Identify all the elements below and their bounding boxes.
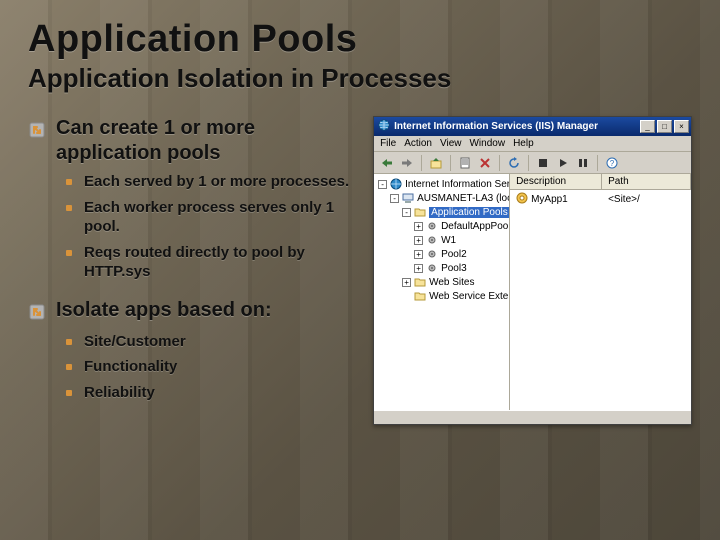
- iis-manager-window: Internet Information Services (IIS) Mana…: [373, 116, 692, 425]
- gear-icon: [426, 262, 438, 274]
- menu-item[interactable]: Action: [404, 138, 432, 149]
- toolbar-properties-button[interactable]: [456, 155, 474, 171]
- tree-apppools[interactable]: - Application Pools: [402, 205, 507, 219]
- menu-item[interactable]: Help: [513, 138, 534, 149]
- tree-computer[interactable]: - AUSMANET-LA3 (local computer): [390, 191, 507, 205]
- slide-subtitle: Application Isolation in Processes: [28, 63, 692, 94]
- sub-bullet: Each served by 1 or more processes.: [62, 172, 359, 192]
- window-minimize-button[interactable]: _: [640, 120, 655, 133]
- bullet-arrow-icon: [28, 121, 46, 144]
- expander-icon[interactable]: -: [402, 208, 411, 217]
- column-header[interactable]: Path: [602, 174, 691, 189]
- expander-icon[interactable]: +: [414, 264, 423, 273]
- toolbar-forward-button[interactable]: [398, 155, 416, 171]
- sub-bullet-list: Each served by 1 or more processes. Each…: [56, 172, 359, 282]
- tree-websites[interactable]: + Web Sites: [402, 275, 507, 289]
- folder-icon: [414, 206, 426, 218]
- toolbar: ?: [374, 152, 691, 174]
- sub-bullet: Reliability: [62, 383, 359, 403]
- app-icon: [378, 119, 390, 134]
- tree-label: Internet Information Services: [405, 179, 510, 190]
- cell-text: <Site>/: [608, 194, 640, 205]
- tree-label: Application Pools: [429, 207, 510, 218]
- sub-bullet: Reqs routed directly to pool by HTTP.sys: [62, 243, 359, 282]
- bullet-arrow-icon: [28, 303, 46, 326]
- sub-bullet: Functionality: [62, 357, 359, 377]
- window-titlebar[interactable]: Internet Information Services (IIS) Mana…: [374, 117, 691, 136]
- list-header[interactable]: Description Path: [510, 174, 691, 190]
- folder-icon: [414, 290, 426, 302]
- tree-pool[interactable]: + DefaultAppPool: [414, 219, 507, 233]
- tree-label: Pool2: [441, 249, 467, 260]
- tree-pool[interactable]: + W1: [414, 233, 507, 247]
- expander-icon[interactable]: +: [414, 236, 423, 245]
- status-bar: [374, 410, 691, 424]
- tree-label: Web Service Extensions: [429, 291, 510, 302]
- sub-bullet: Site/Customer: [62, 332, 359, 352]
- expander-icon[interactable]: +: [414, 250, 423, 259]
- menu-item[interactable]: View: [440, 138, 462, 149]
- app-icon: [516, 192, 528, 207]
- gear-icon: [426, 220, 438, 232]
- column-header[interactable]: Description: [510, 174, 602, 189]
- tree-label: DefaultAppPool: [441, 221, 510, 232]
- toolbar-refresh-button[interactable]: [505, 155, 523, 171]
- list-item[interactable]: MyApp1 <Site>/: [510, 190, 691, 209]
- menu-item[interactable]: File: [380, 138, 396, 149]
- menu-bar[interactable]: File Action View Window Help: [374, 136, 691, 152]
- sub-bullet-list: Site/Customer Functionality Reliability: [56, 332, 359, 403]
- globe-icon: [390, 178, 402, 190]
- window-title: Internet Information Services (IIS) Mana…: [394, 121, 598, 132]
- list-pane: Description Path MyApp1 <Site>/: [510, 174, 691, 410]
- tree-pool[interactable]: + Pool3: [414, 261, 507, 275]
- cell-text: MyApp1: [531, 194, 568, 205]
- toolbar-back-button[interactable]: [378, 155, 396, 171]
- tree-pool[interactable]: + Pool2: [414, 247, 507, 261]
- tree-pane[interactable]: - Internet Information Services - AUSMAN: [374, 174, 510, 410]
- svg-text:?: ?: [610, 159, 615, 168]
- computer-icon: [402, 192, 414, 204]
- window-close-button[interactable]: ×: [674, 120, 689, 133]
- expander-icon[interactable]: +: [402, 278, 411, 287]
- tree-label: Pool3: [441, 263, 467, 274]
- tree-label: Web Sites: [429, 277, 474, 288]
- gear-icon: [426, 234, 438, 246]
- tree-root[interactable]: - Internet Information Services: [378, 177, 507, 191]
- gear-icon: [426, 248, 438, 260]
- toolbar-stop-button[interactable]: [534, 155, 552, 171]
- tree-label: W1: [441, 235, 456, 246]
- expander-icon[interactable]: -: [378, 180, 387, 189]
- expander-icon[interactable]: -: [390, 194, 399, 203]
- folder-icon: [414, 276, 426, 288]
- menu-item[interactable]: Window: [469, 138, 505, 149]
- tree-label: AUSMANET-LA3 (local computer): [417, 193, 510, 204]
- window-maximize-button[interactable]: □: [657, 120, 672, 133]
- toolbar-start-button[interactable]: [554, 155, 572, 171]
- toolbar-pause-button[interactable]: [574, 155, 592, 171]
- text-column: Can create 1 or more application pools E…: [28, 116, 359, 418]
- section-heading: Isolate apps based on:: [56, 298, 272, 323]
- toolbar-delete-button[interactable]: [476, 155, 494, 171]
- slide-title: Application Pools: [28, 18, 692, 61]
- sub-bullet: Each worker process serves only 1 pool.: [62, 198, 359, 237]
- list-body[interactable]: MyApp1 <Site>/: [510, 190, 691, 410]
- expander-icon: [402, 292, 411, 301]
- toolbar-help-button[interactable]: ?: [603, 155, 621, 171]
- expander-icon[interactable]: +: [414, 222, 423, 231]
- toolbar-up-button[interactable]: [427, 155, 445, 171]
- tree-extensions[interactable]: Web Service Extensions: [402, 289, 507, 303]
- section-heading: Can create 1 or more application pools: [56, 116, 359, 166]
